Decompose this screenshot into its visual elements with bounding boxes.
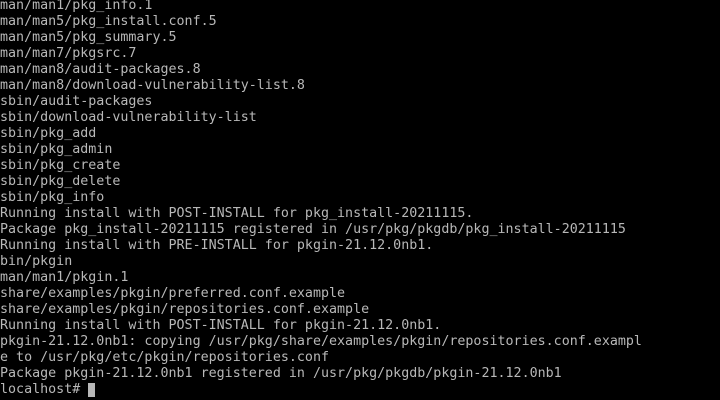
terminal-line: sbin/pkg_info	[0, 190, 105, 205]
terminal-line: man/man8/audit-packages.8	[0, 62, 201, 77]
terminal-line: share/examples/pkgin/repositories.conf.e…	[0, 302, 370, 317]
terminal-line: Running install with PRE-INSTALL for pkg…	[0, 238, 434, 253]
terminal-line: sbin/pkg_add	[0, 126, 97, 141]
terminal-line: e to /usr/pkg/etc/pkgin/repositories.con…	[0, 350, 329, 365]
terminal-line: man/man1/pkgin.1	[0, 270, 129, 285]
terminal-line: sbin/pkg_delete	[0, 174, 121, 189]
terminal-line: Running install with POST-INSTALL for pk…	[0, 206, 474, 221]
terminal-console[interactable]: man/man1/pkg_info.1 man/man5/pkg_install…	[0, 0, 720, 400]
shell-prompt: localhost#	[0, 382, 89, 397]
terminal-line: man/man7/pkgsrc.7	[0, 46, 137, 61]
terminal-line: sbin/audit-packages	[0, 94, 153, 109]
command-prompt-line[interactable]: localhost#	[0, 382, 720, 398]
terminal-line: man/man1/pkg_info.1	[0, 0, 153, 13]
text-cursor	[88, 383, 96, 397]
terminal-line: pkgin-21.12.0nb1: copying /usr/pkg/share…	[0, 334, 642, 349]
terminal-line: sbin/download-vulnerability-list	[0, 110, 257, 125]
terminal-line: share/examples/pkgin/preferred.conf.exam…	[0, 286, 346, 301]
terminal-line: Package pkg_install-20211115 registered …	[0, 222, 626, 237]
terminal-line: sbin/pkg_create	[0, 158, 121, 173]
terminal-line: Running install with POST-INSTALL for pk…	[0, 318, 442, 333]
terminal-line: bin/pkgin	[0, 254, 73, 269]
terminal-line: man/man5/pkg_summary.5	[0, 30, 177, 45]
terminal-line: Package pkgin-21.12.0nb1 registered in /…	[0, 366, 562, 381]
terminal-line: man/man8/download-vulnerability-list.8	[0, 78, 305, 93]
terminal-line: sbin/pkg_admin	[0, 142, 113, 157]
terminal-line: man/man5/pkg_install.conf.5	[0, 14, 217, 29]
